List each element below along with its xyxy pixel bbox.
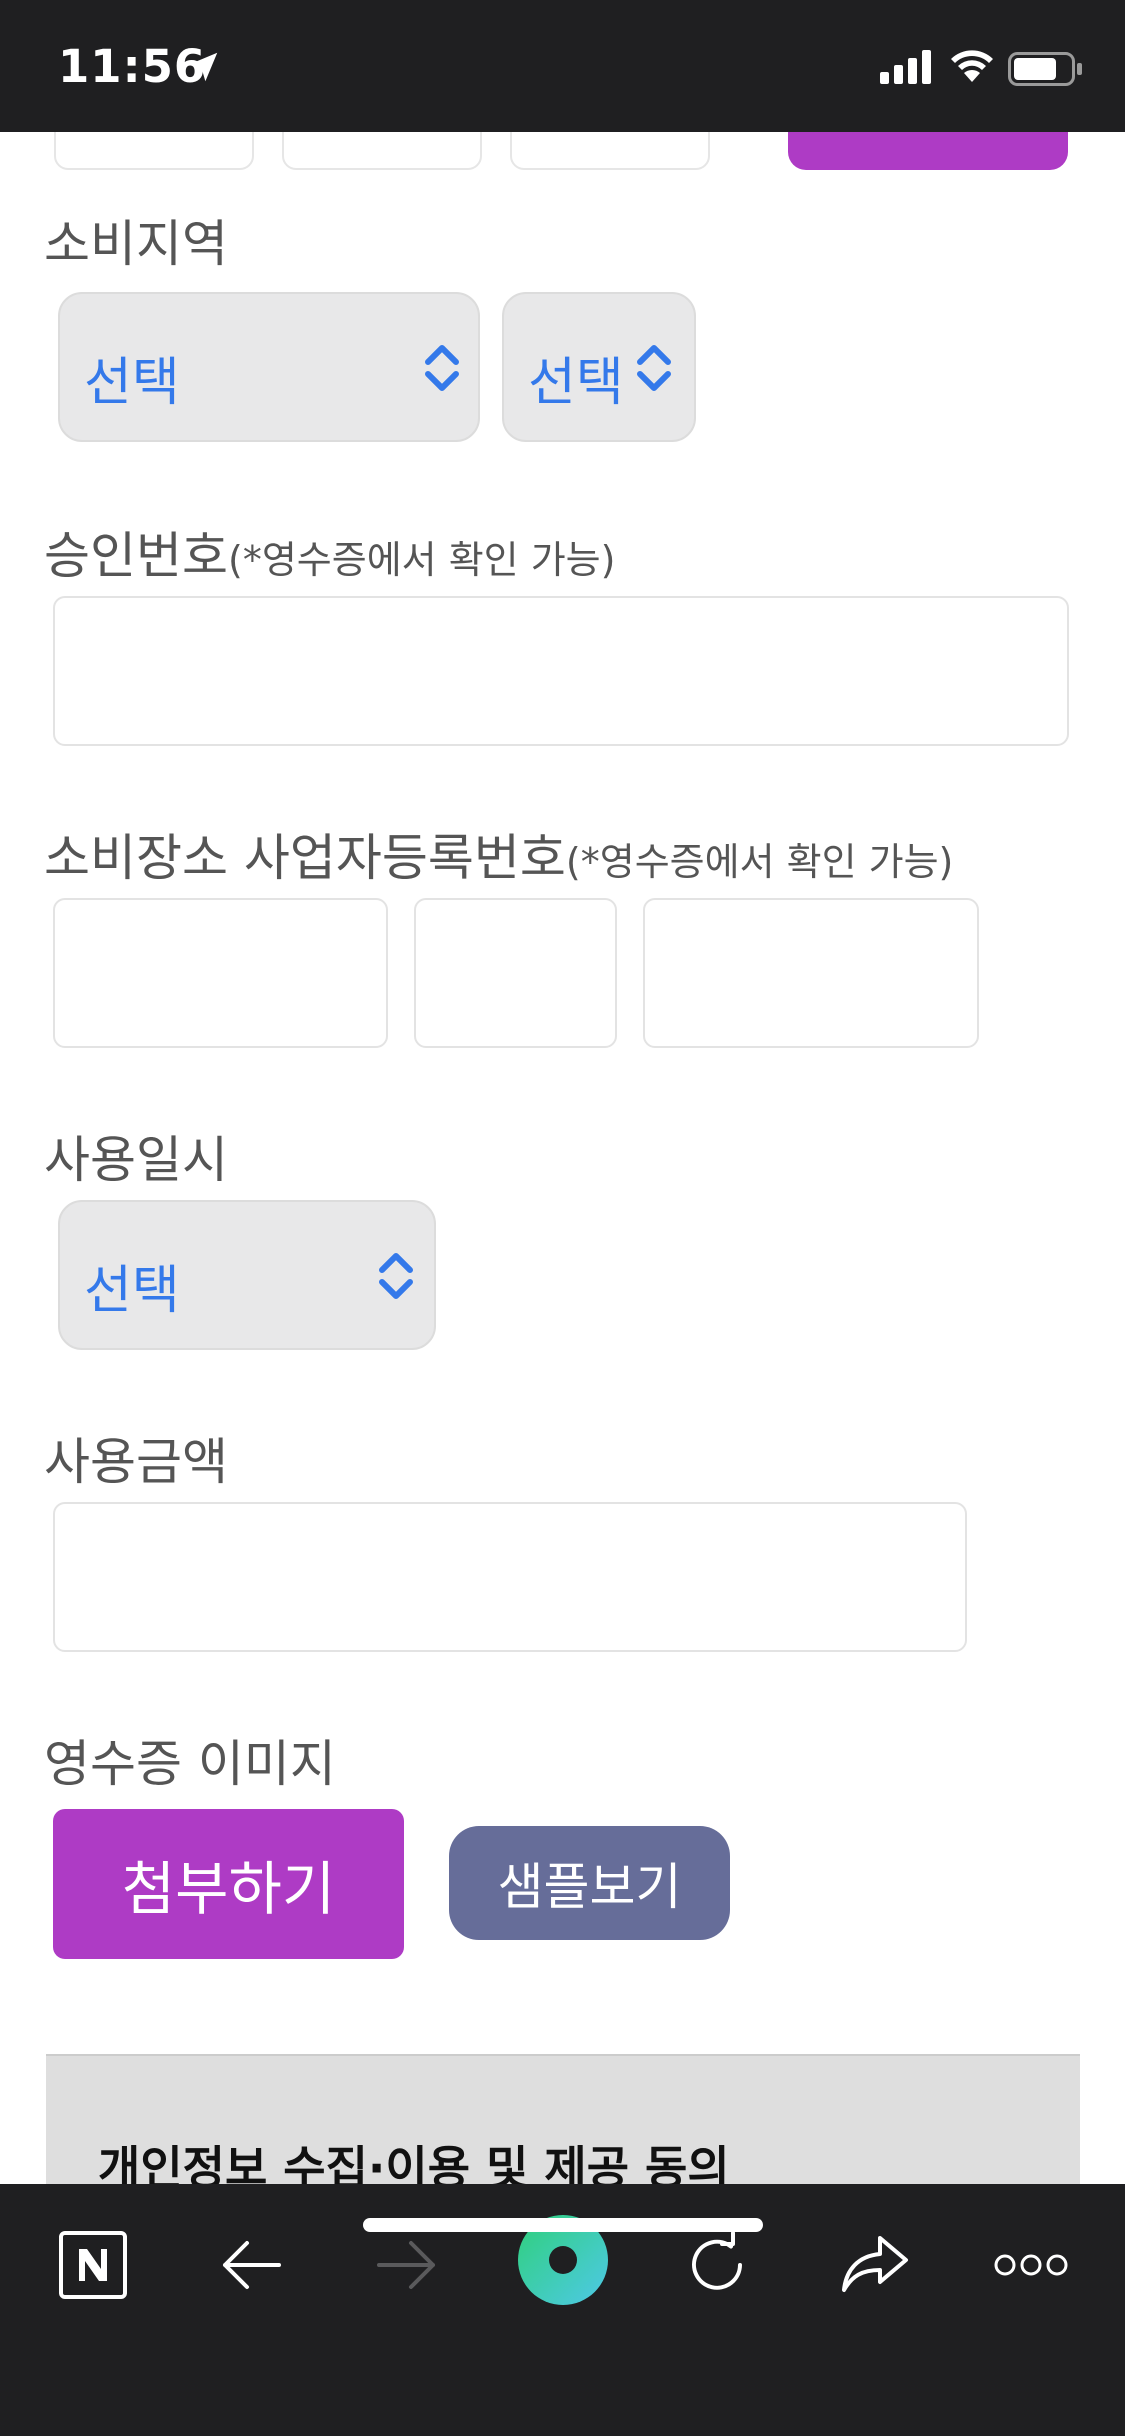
region-select-2[interactable]: 선택 [502, 292, 696, 442]
cellular-signal-icon [880, 50, 931, 84]
approval-label: 승인번호(*영수증에서 확인 가능) [44, 527, 616, 585]
back-arrow-graphic [223, 2241, 281, 2289]
sample-view-button[interactable]: 샘플보기 [449, 1826, 730, 1940]
region-label: 소비지역 [44, 215, 228, 273]
consent-title: 개인정보 수집·이용 및 제공 동의 [98, 2141, 730, 2184]
usage-date-select[interactable]: 선택 [58, 1200, 436, 1350]
refresh-graphic [692, 2232, 742, 2290]
region-select-1[interactable]: 선택 [58, 292, 480, 442]
phone-field-part[interactable] [54, 132, 254, 170]
business-reg-input-2[interactable] [414, 898, 617, 1048]
usage-date-label: 사용일시 [44, 1131, 228, 1189]
share-graphic [842, 2236, 908, 2292]
business-reg-label: 소비장소 사업자등록번호(*영수증에서 확인 가능) [44, 829, 954, 887]
attach-button[interactable]: 첨부하기 [53, 1809, 404, 1959]
refresh-icon[interactable] [672, 2220, 762, 2310]
amount-input[interactable] [53, 1502, 967, 1652]
naver-n-icon[interactable] [48, 2220, 138, 2310]
receipt-image-label: 영수증 이미지 [44, 1735, 336, 1793]
select-value: 선택 [528, 353, 624, 413]
select-value: 선택 [84, 353, 180, 413]
more-icon[interactable] [986, 2220, 1076, 2310]
more-graphic [994, 2254, 1068, 2276]
chevron-up-down-icon [637, 345, 671, 391]
approval-note: (*영수증에서 확인 가능) [228, 538, 616, 582]
forward-arrow-icon[interactable] [362, 2220, 452, 2310]
chevron-up-down-icon [379, 1253, 413, 1299]
consent-section: 개인정보 수집·이용 및 제공 동의 [46, 2054, 1080, 2184]
chevron-up-down-icon [425, 345, 459, 391]
verify-button[interactable] [788, 132, 1068, 170]
phone-field-part[interactable] [282, 132, 482, 170]
amount-label: 사용금액 [44, 1433, 228, 1491]
naver-n-icon-graphic [59, 2231, 127, 2299]
business-reg-input-3[interactable] [643, 898, 979, 1048]
share-icon[interactable] [830, 2220, 920, 2310]
forward-arrow-graphic [377, 2241, 435, 2289]
status-bar: 11:56 [0, 0, 1125, 132]
home-indicator[interactable] [363, 2218, 763, 2232]
phone-field-part[interactable] [510, 132, 710, 170]
select-value: 선택 [84, 1261, 180, 1321]
wifi-icon [951, 50, 993, 82]
battery-icon [1008, 52, 1082, 86]
business-reg-note: (*영수증에서 확인 가능) [565, 840, 954, 884]
business-reg-input-1[interactable] [53, 898, 388, 1048]
back-arrow-icon[interactable] [206, 2220, 296, 2310]
approval-number-input[interactable] [53, 596, 1069, 746]
page-content: 소비지역 선택 선택 승인번호(*영수증에서 확인 가능) 소비장소 사업자등록… [0, 132, 1125, 2184]
location-arrow-icon [188, 52, 218, 82]
